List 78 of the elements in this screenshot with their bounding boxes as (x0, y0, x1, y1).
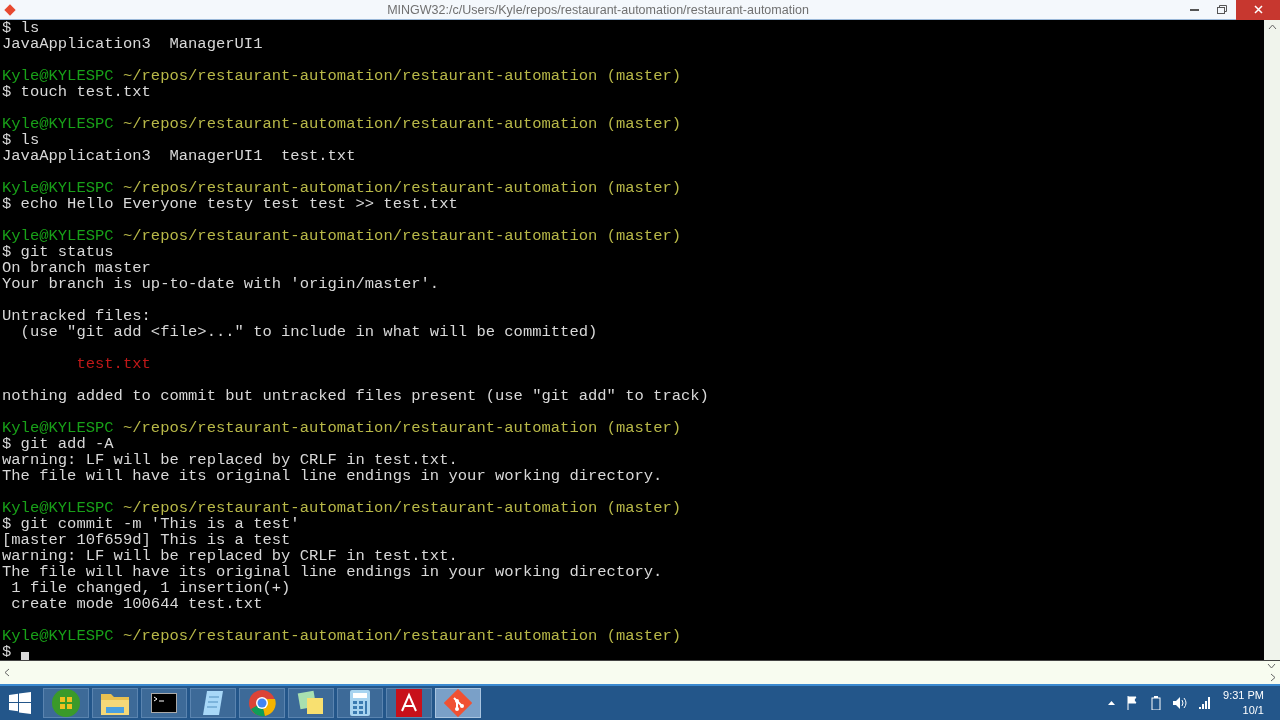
prompt-user: Kyle@KYLESPC (2, 499, 114, 517)
git-icon (4, 3, 16, 16)
prompt-path: ~/repos/restaurant-automation/restaurant-automation (122, 419, 598, 437)
output-line: (use "git add <file>..." to include in what will be committed) (19, 323, 598, 341)
prompt-path: ~/repos/restaurant-automation/restaurant-automation (122, 627, 598, 645)
scroll-up-icon (1267, 24, 1277, 30)
prompt-branch: (master) (606, 67, 682, 85)
close-icon (1253, 5, 1263, 14)
horizontal-scrollbar[interactable] (0, 660, 1280, 686)
pdf-icon (396, 689, 422, 717)
taskbar-button[interactable] (141, 688, 187, 718)
signal-icon (1199, 697, 1212, 709)
battery-icon (1151, 696, 1162, 710)
prompt-branch: (master) (606, 115, 682, 133)
output-line: nothing added to commit but untracked files present (use "git add" to track) (2, 387, 709, 405)
prompt-user: Kyle@KYLESPC (2, 67, 114, 85)
minimize-icon (1189, 8, 1199, 11)
restore-icon (1217, 5, 1227, 14)
output-line: $ touch test.txt (2, 83, 151, 101)
orb-icon (51, 688, 81, 718)
prompt-user: Kyle@KYLESPC (2, 115, 114, 133)
prompt-path: ~/repos/restaurant-automation/restaurant-automation (122, 499, 598, 517)
prompt-branch: (master) (606, 419, 682, 437)
scroll-right-icon (1270, 673, 1276, 682)
flag-icon (1127, 696, 1140, 710)
clock-date: 10/1 (1242, 703, 1264, 718)
chrome-icon (248, 689, 276, 717)
output-line: $ ls (2, 131, 40, 149)
prompt-branch: (master) (606, 227, 682, 245)
clock-time: 9:31 PM (1223, 688, 1264, 703)
taskbar-button[interactable] (337, 688, 383, 718)
prompt-user: Kyle@KYLESPC (2, 179, 114, 197)
taskbar-button[interactable] (239, 688, 285, 718)
taskbar-button[interactable] (288, 688, 334, 718)
prompt-user: Kyle@KYLESPC (2, 419, 114, 437)
output-line: [master 10f659d] This is a test (2, 531, 291, 549)
output-line: The file will have its original line endings in your working directory. (2, 467, 663, 485)
taskbar-button[interactable] (386, 688, 432, 718)
output-line: warning: LF will be replaced by CRLF in test.txt. (2, 451, 458, 469)
prompt-path: ~/repos/restaurant-automation/restaurant-automation (122, 67, 598, 85)
vertical-scrollbar[interactable] (1264, 20, 1280, 660)
output-line: On branch master (2, 259, 151, 277)
windows-logo-icon (9, 692, 31, 714)
text-cursor (21, 652, 30, 660)
prompt-path: ~/repos/restaurant-automation/restaurant-automation (122, 227, 598, 245)
output-line: $ echo Hello Everyone testy test test >> test.txt (2, 195, 458, 213)
prompt-path: ~/repos/restaurant-automation/restaurant-automation (122, 179, 598, 197)
prompt-user: Kyle@KYLESPC (2, 627, 114, 645)
prompt-user: Kyle@KYLESPC (2, 227, 114, 245)
calculator-icon (349, 689, 371, 717)
untracked-file: test.txt (75, 355, 151, 373)
scroll-down-icon (1267, 663, 1276, 669)
output-line: Untracked files: (2, 307, 151, 325)
output-line: $ git status (2, 243, 114, 261)
output-line: warning: LF will be replaced by CRLF in test.txt. (2, 547, 458, 565)
output-line: JavaApplication3 ManagerUI1 (2, 35, 263, 53)
sticky-notes-icon (297, 690, 325, 716)
prompt-branch: (master) (606, 179, 682, 197)
output-line: JavaApplication3 ManagerUI1 test.txt (2, 147, 356, 165)
window-title: MINGW32:/c/Users/Kyle/repos/restaurant-automation/restaurant-automation (387, 1, 809, 19)
taskbar-button[interactable] (92, 688, 138, 718)
console-icon (151, 693, 177, 713)
prompt-path: ~/repos/restaurant-automation/restaurant-automation (122, 115, 598, 133)
taskbar-button[interactable] (190, 688, 236, 718)
prompt-symbol: $ (2, 644, 12, 660)
notepad-icon (201, 689, 225, 717)
output-line: 1 file changed, 1 insertion(+) (10, 579, 291, 597)
prompt-branch: (master) (606, 627, 682, 645)
output-line: $ git add -A (2, 435, 114, 453)
speaker-icon (1173, 697, 1188, 709)
caret-up-icon (1108, 701, 1116, 705)
prompt-branch: (master) (606, 499, 682, 517)
scroll-left-icon (4, 668, 10, 677)
output-line: $ ls (2, 20, 40, 37)
output-line: create mode 100644 test.txt (10, 595, 263, 613)
output-line: $ git commit -m 'This is a test' (2, 515, 300, 533)
output-line: The file will have its original line endings in your working directory. (2, 563, 663, 581)
output-line: Your branch is up-to-date with 'origin/master'. (2, 275, 440, 293)
